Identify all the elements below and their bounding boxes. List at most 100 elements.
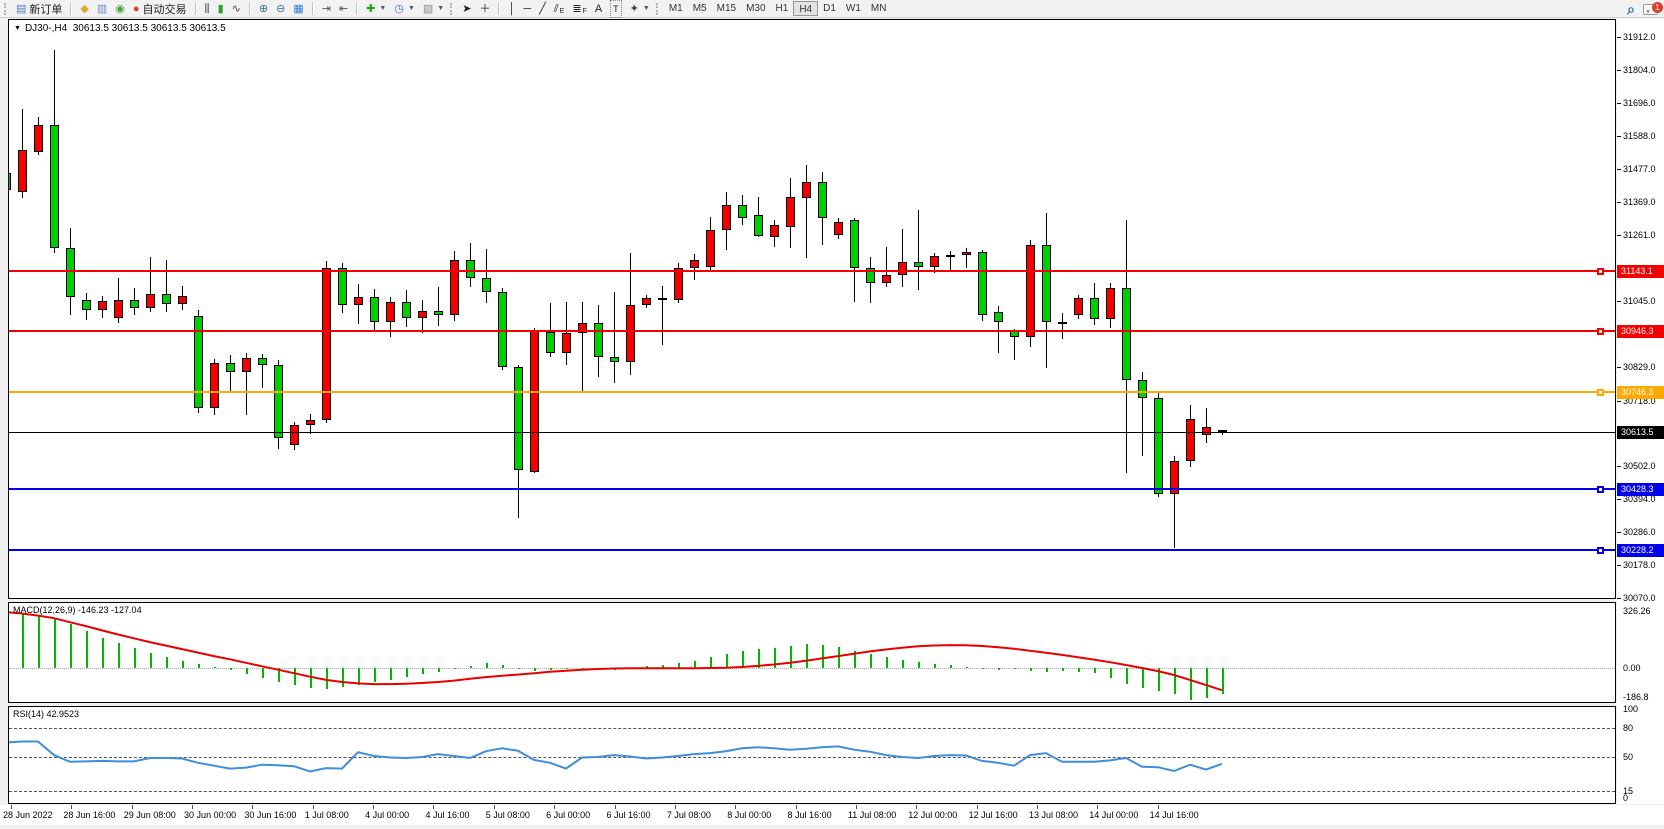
- timeframe-button-m30[interactable]: M30: [741, 1, 770, 16]
- channel-icon: ⫽: [554, 1, 559, 17]
- periods-icon[interactable]: ◷▼: [390, 1, 419, 17]
- candle: [530, 330, 539, 472]
- auto-scroll-icon: ⇥: [322, 1, 331, 17]
- timeframe-button-w1[interactable]: W1: [841, 1, 866, 16]
- resistance-line-1[interactable]: [9, 270, 1615, 272]
- notifications-icon[interactable]: 1: [1643, 4, 1658, 15]
- candle: [626, 305, 635, 362]
- candle: [674, 268, 683, 300]
- price-tick: [1617, 235, 1621, 236]
- candle: [690, 260, 699, 268]
- price-tick: [1617, 301, 1621, 302]
- text-label-icon: T: [610, 0, 622, 18]
- candle-wick: [950, 251, 951, 272]
- resistance-line-2-marker[interactable]: [1597, 328, 1604, 335]
- toolbar-separator: [249, 2, 251, 15]
- autotrading-button[interactable]: ●自动交易: [129, 1, 191, 17]
- dropdown-arrow-icon[interactable]: ▼: [643, 5, 650, 12]
- pivot-line-marker[interactable]: [1597, 389, 1604, 396]
- signals-icon: ◉: [115, 1, 125, 17]
- current-price-line[interactable]: [9, 432, 1615, 433]
- indicators-icon[interactable]: ✚▼: [362, 1, 390, 17]
- price-tick: [1617, 202, 1621, 203]
- crosshair-icon[interactable]: ＋: [475, 1, 494, 17]
- zoom-out-icon[interactable]: ⊖: [272, 1, 289, 17]
- price-tick: [1617, 598, 1621, 599]
- market-watch-icon[interactable]: ◆: [76, 1, 92, 17]
- timeframe-button-m15[interactable]: M15: [712, 1, 741, 16]
- support-line-1[interactable]: [9, 488, 1615, 490]
- candle: [834, 222, 843, 235]
- signals-icon[interactable]: ◉: [111, 1, 129, 17]
- candle-wick: [614, 292, 615, 383]
- resistance-line-2[interactable]: [9, 330, 1615, 332]
- time-label: 30 Jun 00:00: [184, 810, 236, 820]
- shapes-icon[interactable]: ✦▼: [626, 1, 654, 17]
- timeframe-button-d1[interactable]: D1: [818, 1, 841, 16]
- support-line-2-marker[interactable]: [1597, 547, 1604, 554]
- rsi-label: RSI(14) 42.9523: [13, 709, 79, 719]
- time-tick: [675, 805, 676, 809]
- pivot-line[interactable]: [9, 391, 1615, 393]
- candle-wick: [1206, 408, 1207, 443]
- time-tick: [132, 805, 133, 809]
- candle: [258, 358, 267, 365]
- timeframe-button-h1[interactable]: H1: [771, 1, 794, 16]
- new-order-button[interactable]: ▤新订单: [12, 1, 66, 17]
- candle-wick: [918, 210, 919, 290]
- chart-window-icon[interactable]: ▥: [93, 1, 111, 17]
- dropdown-arrow-icon[interactable]: ▼: [408, 5, 415, 12]
- time-tick: [916, 805, 917, 809]
- toolbar-separator: [498, 2, 500, 15]
- price-tick: [1617, 565, 1621, 566]
- mt4-window: ▤新订单 ◆▥◉●自动交易 ⫼▮∿ ⊕⊖▦ ⇥⇤ ✚▼◷▼▨▼ ➤＋ │─╱⫽E≣FAT✦▼ M…: [0, 0, 1664, 829]
- chart-title: ▼DJ30-,H4 30613.5 30613.5 30613.5 30613.…: [14, 23, 226, 34]
- line-chart-icon[interactable]: ∿: [228, 1, 245, 17]
- vertical-line-icon[interactable]: │: [504, 1, 519, 17]
- bar-chart-icon: ⫼: [205, 1, 210, 17]
- time-label: 14 Jul 00:00: [1089, 810, 1138, 820]
- price-tick-label: 31369.0: [1623, 197, 1656, 207]
- chart-shift-icon[interactable]: ⇤: [335, 1, 352, 17]
- candle-wick: [582, 302, 583, 393]
- price-tick-label: 30286.0: [1623, 527, 1656, 537]
- support-line-2[interactable]: [9, 549, 1615, 551]
- timeframe-button-h4[interactable]: H4: [793, 1, 818, 16]
- tile-windows-icon[interactable]: ▦: [289, 1, 307, 17]
- timeframe-button-m5[interactable]: M5: [688, 1, 712, 16]
- candle: [8, 173, 11, 190]
- timeframe-button-m1[interactable]: M1: [664, 1, 688, 16]
- trendline-icon[interactable]: ╱: [535, 1, 550, 17]
- candlestick-chart-icon[interactable]: ▮: [214, 1, 228, 17]
- chart-dropdown-icon[interactable]: ▼: [14, 25, 21, 32]
- auto-scroll-icon[interactable]: ⇥: [318, 1, 335, 17]
- support-line-1-marker[interactable]: [1597, 486, 1604, 493]
- price-tick-label: 30178.0: [1623, 560, 1656, 570]
- text-icon[interactable]: A: [591, 1, 606, 17]
- price-axis[interactable]: 31143.130946.330746.330613.530428.330228…: [1617, 19, 1664, 804]
- candle: [114, 300, 123, 318]
- dropdown-arrow-icon[interactable]: ▼: [379, 5, 386, 12]
- candle: [210, 363, 219, 407]
- macd-signal-line: [9, 603, 1615, 702]
- search-icon[interactable]: ⌕: [1627, 1, 1635, 18]
- horizontal-line-icon[interactable]: ─: [519, 1, 535, 17]
- timeframe-button-mn[interactable]: MN: [866, 1, 892, 16]
- text-label-icon[interactable]: T: [606, 1, 626, 17]
- templates-icon[interactable]: ▨▼: [419, 1, 448, 17]
- zoom-in-icon[interactable]: ⊕: [255, 1, 272, 17]
- candle: [226, 363, 235, 372]
- fibonacci-icon[interactable]: ≣F: [568, 1, 591, 17]
- cursor-icon[interactable]: ➤: [458, 1, 475, 17]
- horizontal-line-icon: ─: [523, 1, 531, 17]
- rsi-panel: RSI(14) 42.9523: [8, 706, 1616, 804]
- candle: [178, 296, 187, 304]
- dropdown-arrow-icon[interactable]: ▼: [437, 5, 444, 12]
- rsi-scale-label: 80: [1623, 723, 1633, 733]
- bar-chart-icon[interactable]: ⫼: [201, 1, 214, 17]
- fibonacci-icon: ≣: [572, 1, 581, 17]
- channel-icon[interactable]: ⫽E: [550, 1, 569, 17]
- time-axis[interactable]: 28 Jun 202228 Jun 16:0029 Jun 08:0030 Ju…: [0, 805, 1664, 825]
- resistance-line-1-marker[interactable]: [1597, 268, 1604, 275]
- toolbar-separator: [356, 2, 358, 15]
